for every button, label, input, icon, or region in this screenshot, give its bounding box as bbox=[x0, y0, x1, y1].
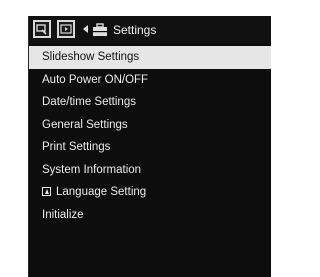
menu-item-date-time[interactable]: Date/time Settings bbox=[29, 91, 271, 114]
menu-item-label: Print Settings bbox=[42, 141, 111, 153]
back-arrow-icon[interactable] bbox=[83, 25, 88, 33]
menu-item-label: System Information bbox=[42, 163, 142, 176]
menu-item-language-setting[interactable]: Language Setting bbox=[29, 181, 271, 204]
playback-tab-glyph bbox=[60, 24, 72, 34]
menu-item-slideshow-settings[interactable]: Slideshow Settings bbox=[29, 46, 271, 69]
toolbox-icon bbox=[93, 23, 107, 36]
header-title: Settings bbox=[113, 23, 157, 37]
slideshow-tab-icon[interactable] bbox=[33, 20, 51, 38]
menu-item-initialize[interactable]: Initialize bbox=[29, 204, 271, 227]
settings-panel: Settings Slideshow Settings Auto Power O… bbox=[28, 16, 271, 277]
header-bar: Settings bbox=[29, 16, 271, 44]
menu-item-label: Language Setting bbox=[56, 186, 147, 198]
settings-menu: Slideshow Settings Auto Power ON/OFF Dat… bbox=[29, 46, 271, 226]
slideshow-tab-glyph bbox=[36, 24, 47, 35]
menu-item-label: General Settings bbox=[42, 118, 128, 131]
menu-item-label: Date/time Settings bbox=[42, 96, 136, 108]
menu-item-label: Auto Power ON/OFF bbox=[42, 73, 149, 86]
language-icon bbox=[42, 187, 51, 196]
menu-item-label: Initialize bbox=[42, 208, 84, 221]
menu-item-print-settings[interactable]: Print Settings bbox=[29, 136, 271, 159]
playback-tab-icon[interactable] bbox=[57, 20, 75, 38]
menu-item-system-information[interactable]: System Information bbox=[29, 159, 271, 182]
menu-item-label: Slideshow Settings bbox=[42, 51, 140, 63]
screen: Settings Slideshow Settings Auto Power O… bbox=[0, 0, 274, 277]
menu-item-auto-power[interactable]: Auto Power ON/OFF bbox=[29, 69, 271, 92]
menu-item-general-settings[interactable]: General Settings bbox=[29, 114, 271, 137]
